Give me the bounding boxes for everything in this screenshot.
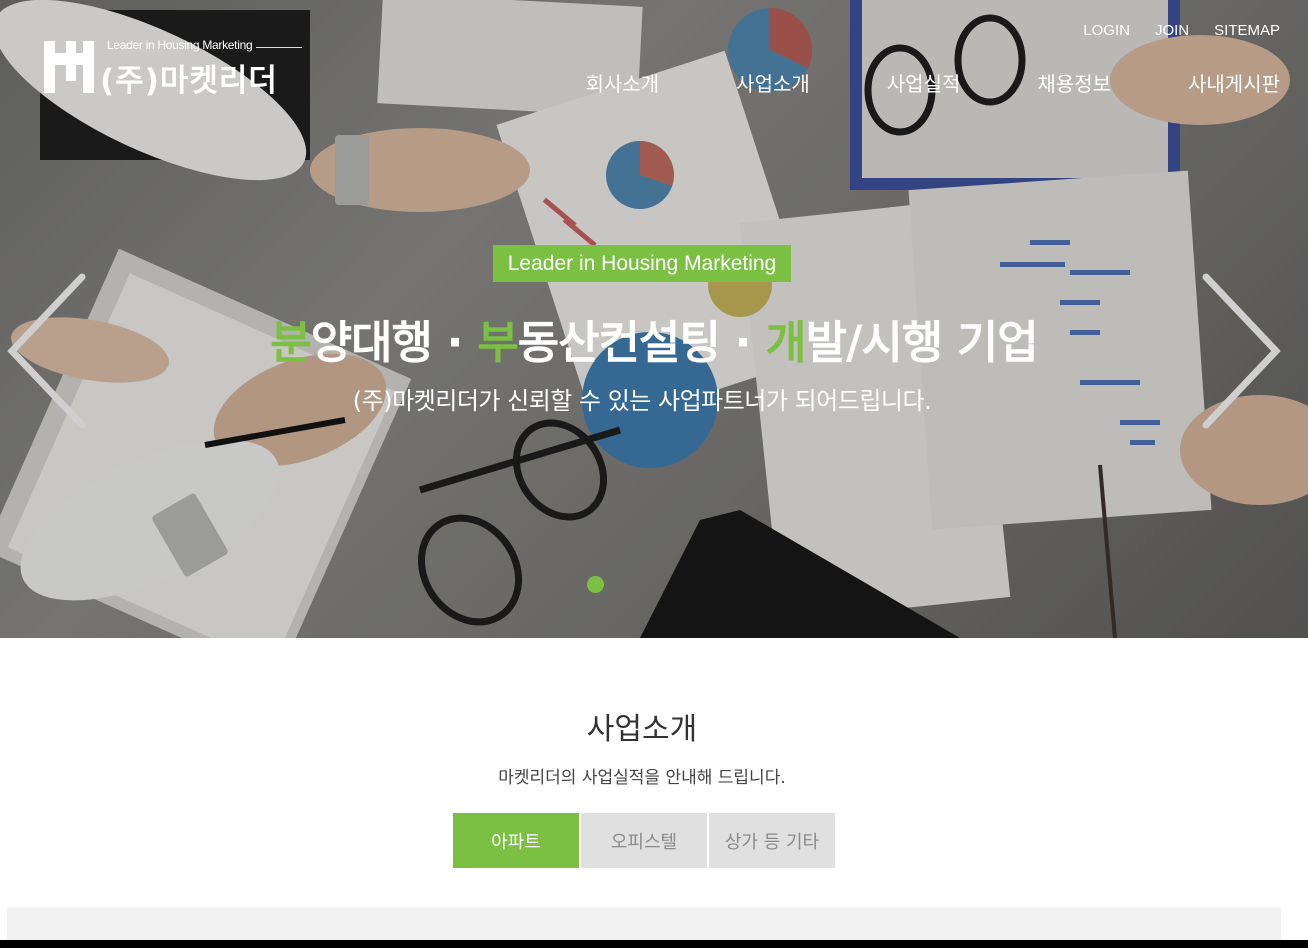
- tab-officetel[interactable]: 오피스텔: [581, 813, 707, 868]
- logo-company-name: (주)마켓리더: [100, 63, 278, 99]
- section-title: 사업소개: [586, 712, 698, 747]
- hero-slider: Leader in Housing Marketing (주)마켓리더 LOGI…: [0, 0, 1308, 638]
- chevron-right-icon: [1202, 273, 1281, 429]
- chevron-left-icon: [7, 273, 86, 429]
- headline-word-2: 동산컨설팅: [517, 316, 721, 369]
- logo-divider: [256, 47, 302, 48]
- utility-nav: LOGIN JOIN SITEMAP: [1083, 22, 1280, 39]
- login-link[interactable]: LOGIN: [1083, 22, 1130, 39]
- tab-apartment[interactable]: 아파트: [453, 813, 579, 868]
- headline-word-1: 양대행: [310, 316, 433, 369]
- logo-tagline: Leader in Housing Marketing: [107, 38, 253, 52]
- join-link[interactable]: JOIN: [1155, 22, 1189, 39]
- headline-separator: ·: [719, 316, 766, 369]
- headline-initial-1: 분: [270, 316, 311, 369]
- nav-item-business[interactable]: 사업소개: [736, 68, 810, 97]
- page: Leader in Housing Marketing (주)마켓리더 LOGI…: [0, 0, 1308, 940]
- headline-separator: ·: [431, 316, 478, 369]
- nav-item-board[interactable]: 사내게시판: [1188, 68, 1280, 97]
- project-gallery: [7, 907, 1281, 940]
- hero-badge: Leader in Housing Marketing: [493, 245, 791, 282]
- headline-initial-2: 부: [477, 316, 518, 369]
- logo-mark-icon: [44, 41, 94, 93]
- business-tabs: 아파트 오피스텔 상가 등 기타: [453, 813, 835, 868]
- nav-item-recruit[interactable]: 채용정보: [1037, 68, 1111, 97]
- headline-initial-3: 개: [765, 316, 806, 369]
- slider-next-button[interactable]: [1200, 272, 1284, 430]
- headline-word-3: 발/시행 기업: [805, 316, 1039, 369]
- main-nav: 회사소개 사업소개 사업실적 채용정보 사내게시판: [586, 68, 1280, 97]
- slider-pager-dot[interactable]: [587, 576, 604, 593]
- hero-subtitle: (주)마켓리더가 신뢰할 수 있는 사업파트너가 되어드립니다.: [352, 387, 932, 415]
- tab-commercial-etc[interactable]: 상가 등 기타: [709, 813, 835, 868]
- slider-prev-button[interactable]: [4, 272, 88, 430]
- nav-item-company[interactable]: 회사소개: [586, 68, 660, 97]
- section-description: 마켓리더의 사업실적을 안내해 드립니다.: [498, 768, 786, 788]
- sitemap-link[interactable]: SITEMAP: [1214, 22, 1280, 39]
- nav-item-performance[interactable]: 사업실적: [887, 68, 961, 97]
- hero-headline: 분양대행 · 부동산컨설팅 · 개발/시행 기업: [0, 306, 1308, 371]
- site-logo[interactable]: Leader in Housing Marketing (주)마켓리더: [44, 38, 304, 99]
